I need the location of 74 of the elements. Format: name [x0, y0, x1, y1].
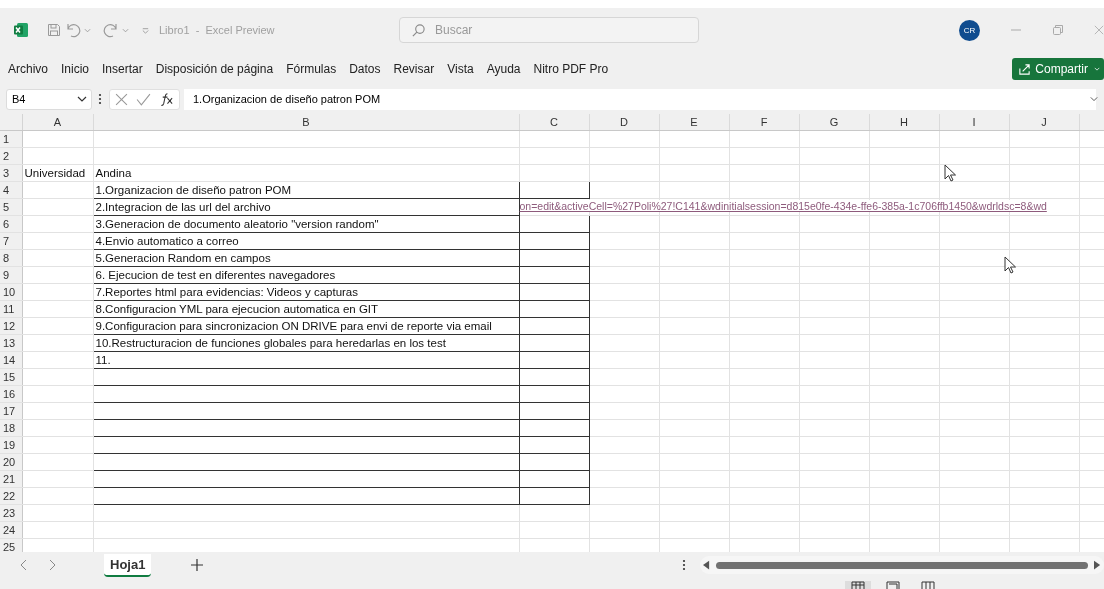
ribbon-tab[interactable]: Fórmulas	[286, 60, 337, 78]
ribbon-tab[interactable]: Vista	[447, 60, 474, 78]
column-header[interactable]: I	[939, 114, 1009, 131]
grid-icon	[851, 581, 865, 589]
name-box[interactable]: B4	[6, 88, 92, 110]
share-icon	[1018, 62, 1032, 76]
cell-text: Andina	[94, 167, 132, 179]
scroll-left-icon[interactable]	[703, 560, 710, 570]
cell-text: 10.Restructuracion de funciones globales para heredarlas en los test	[94, 337, 446, 349]
page-icon	[886, 581, 900, 589]
window-title: Libro1 - Excel Preview	[159, 24, 276, 36]
cancel-icon[interactable]	[115, 92, 128, 106]
more-icon[interactable]	[682, 559, 686, 571]
share-button[interactable]: Compartir	[1012, 58, 1104, 80]
caret-icon	[77, 95, 87, 103]
cell-text: 5.Generacion Random en campos	[94, 252, 271, 264]
column-header[interactable]: E	[659, 114, 729, 131]
column-header[interactable]: G	[799, 114, 869, 131]
save-icon[interactable]	[46, 22, 62, 38]
sheet-tab[interactable]: Hoja1	[104, 553, 152, 577]
ribbon-tab[interactable]: Insertar	[102, 60, 143, 78]
cell-text: 8.Configuracion YML para ejecucion automatica en GIT	[94, 303, 379, 315]
ribbon-tab[interactable]: Ayuda	[486, 60, 521, 78]
ribbon-tab[interactable]: Disposición de página	[155, 60, 274, 78]
next-sheet-icon[interactable]	[48, 559, 56, 571]
column-header[interactable]: B	[93, 114, 519, 131]
caret-icon[interactable]	[84, 26, 91, 34]
ribbon-tab[interactable]: Nitro PDF Pro	[533, 60, 609, 78]
user-avatar[interactable]: CR	[959, 19, 980, 41]
column-header[interactable]: C	[519, 114, 589, 131]
cell-text: 6. Ejecucion de test en diferentes navegadores	[94, 269, 336, 281]
caret-icon[interactable]	[122, 26, 129, 34]
ribbon-tab[interactable]: Datos	[349, 60, 381, 78]
excel-logo-icon	[13, 22, 29, 38]
undo-icon[interactable]	[65, 22, 81, 38]
previous-sheet-icon[interactable]	[20, 559, 28, 571]
column-header[interactable]: J	[1009, 114, 1079, 131]
close-icon[interactable]	[1094, 24, 1104, 36]
select-all-corner[interactable]	[0, 114, 22, 131]
column-header[interactable]: D	[589, 114, 659, 131]
search-field[interactable]: Buscar	[399, 17, 699, 43]
normal-view-button[interactable]	[845, 581, 871, 589]
formula-field[interactable]: 1.Organizacion de diseño patron POM	[184, 88, 1096, 110]
cell-text: 7.Reportes html para evidencias: Videos y capturas	[94, 286, 358, 298]
function-icon[interactable]	[159, 92, 174, 106]
ribbon-tab[interactable]: Archivo	[8, 60, 48, 78]
pointer-icon	[1004, 256, 1016, 274]
expand-icon[interactable]	[1090, 95, 1098, 103]
column-header[interactable]: H	[869, 114, 939, 131]
customize-icon[interactable]	[141, 25, 150, 35]
ribbon-tab[interactable]: Revisar	[393, 60, 435, 78]
scrollbar-thumb[interactable]	[716, 561, 1088, 569]
hyperlink[interactable]: on=edit&activeCell=%27Poli%27!C141&wdinitialsession=d815e0fe-434e-ffe6-385a-1c706ffb1450&wdrldsc=8&wd	[519, 200, 1047, 212]
cell-text: 3.Generacion de documento aleatorio "version random"	[94, 218, 379, 230]
search-icon	[411, 23, 426, 38]
more-icon[interactable]	[98, 93, 102, 105]
redo-icon[interactable]	[103, 22, 119, 38]
cell-text: 2.Integracion de las url del archivo	[94, 201, 271, 213]
scroll-right-icon[interactable]	[1094, 560, 1101, 570]
horizontal-scrollbar[interactable]	[700, 556, 1104, 574]
restore-icon[interactable]	[1052, 24, 1064, 36]
add-sheet-icon[interactable]	[191, 559, 204, 571]
cell-text: 11.	[94, 354, 111, 366]
ribbon-tab[interactable]: Inicio	[61, 60, 90, 78]
columns-icon	[921, 581, 935, 589]
check-icon[interactable]	[136, 92, 151, 106]
column-header[interactable]: A	[22, 114, 93, 131]
caret-icon	[1094, 65, 1100, 73]
column-header[interactable]: F	[729, 114, 799, 131]
cell-text: 9.Configuracion para sincronizacion ON DRIVE para envi de reporte via email	[94, 320, 492, 332]
cell-text: 4.Envio automatico a correo	[94, 235, 239, 247]
pointer-icon	[944, 164, 956, 182]
cell-text: 1.Organizacion de diseño patron POM	[94, 184, 292, 196]
cell-text: Universidad	[23, 167, 86, 179]
